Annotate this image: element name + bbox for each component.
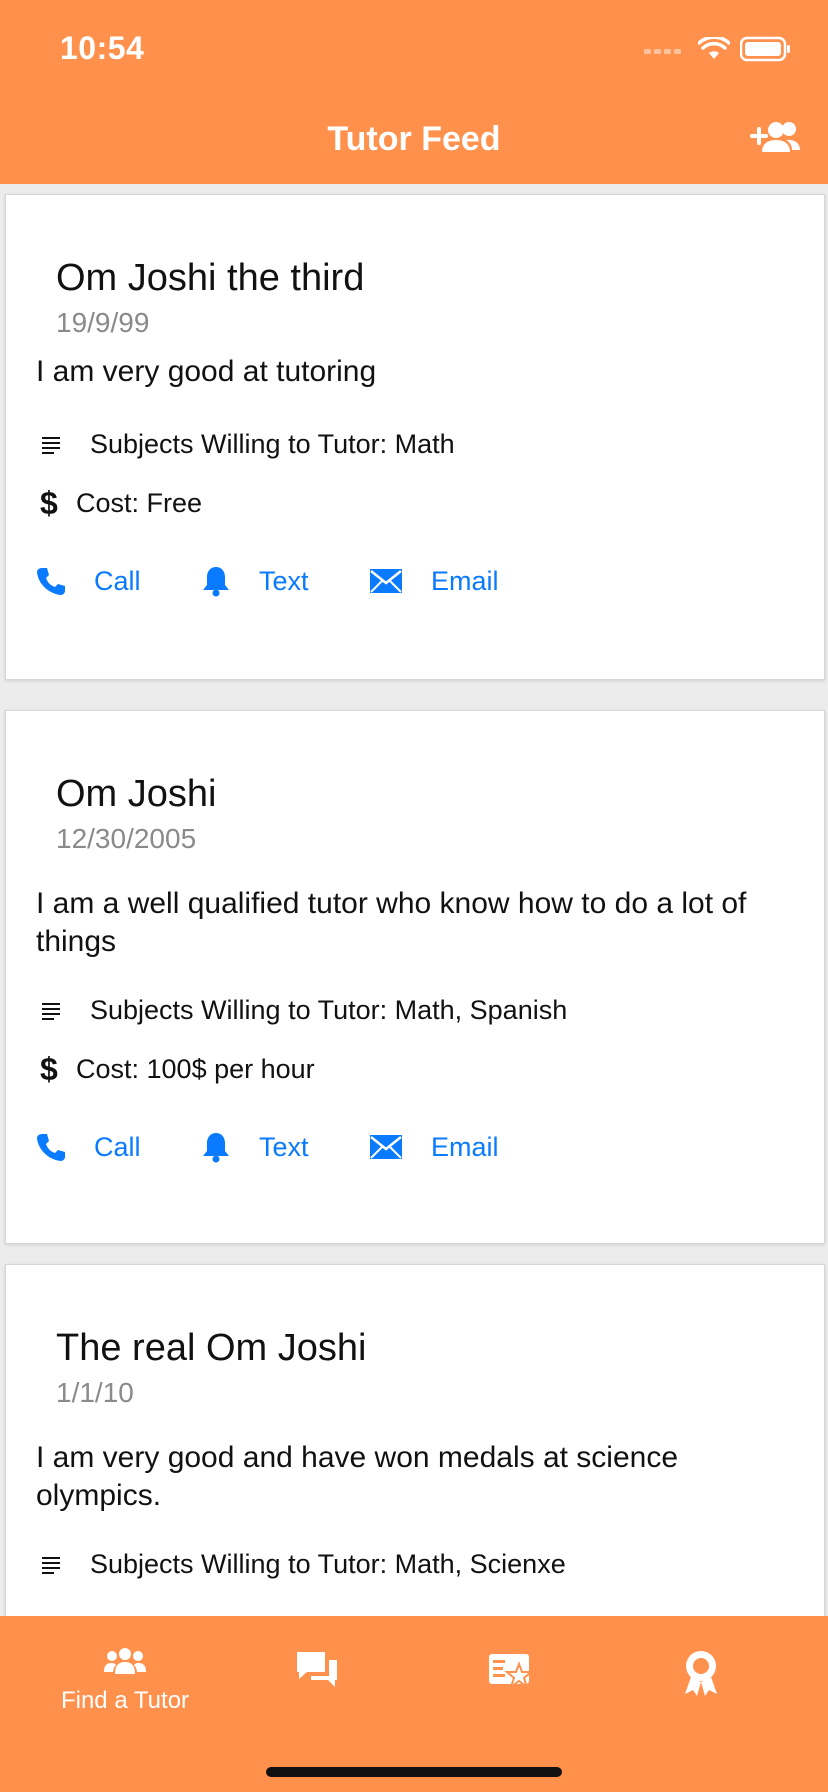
email-button[interactable]: Email xyxy=(369,566,499,597)
battery-icon xyxy=(740,36,790,62)
subjects-text: Subjects Willing to Tutor: Math xyxy=(90,429,455,459)
tab-find-a-tutor[interactable]: Find a Tutor xyxy=(50,1646,200,1715)
cost-row: $ Cost: Free xyxy=(40,485,202,522)
cost-text: Cost: 100$ per hour xyxy=(76,1054,315,1084)
text-button[interactable]: Text xyxy=(201,565,369,597)
phone-icon xyxy=(37,568,65,595)
envelope-icon xyxy=(370,1135,402,1159)
tutor-date: 1/1/10 xyxy=(56,1377,134,1408)
tutor-card: Om Joshi 12/30/2005 I am a well qualifie… xyxy=(5,710,825,1244)
tab-label: Find a Tutor xyxy=(60,1687,190,1714)
text-label: Text xyxy=(259,1131,309,1162)
call-button[interactable]: Call xyxy=(36,566,201,597)
subjects-row: Subjects Willing to Tutor: Math xyxy=(40,429,455,460)
call-label: Call xyxy=(94,1131,141,1162)
dollar-icon: $ xyxy=(40,485,58,521)
tutor-bio: I am very good and have won medals at sc… xyxy=(36,1441,679,1512)
people-icon xyxy=(104,1648,146,1674)
cost-text: Cost: Free xyxy=(76,488,203,518)
email-label: Email xyxy=(431,565,499,596)
text-label: Text xyxy=(259,565,309,596)
tutor-date: 12/30/2005 xyxy=(56,823,197,854)
tutor-card: Om Joshi the third 19/9/99 I am very goo… xyxy=(5,194,825,680)
status-time: 10:54 xyxy=(60,30,145,66)
call-button[interactable]: Call xyxy=(36,1132,201,1163)
status-icons xyxy=(644,36,792,62)
home-indicator[interactable] xyxy=(266,1767,562,1777)
bell-icon xyxy=(203,1133,229,1163)
status-bar: 10:54 xyxy=(0,0,828,96)
list-icon xyxy=(40,435,76,455)
email-button[interactable]: Email xyxy=(369,1132,499,1163)
tutor-name: The real Om Joshi xyxy=(56,1327,367,1369)
page-title: Tutor Feed xyxy=(327,120,501,158)
list-icon xyxy=(40,1555,76,1575)
subjects-text: Subjects Willing to Tutor: Math, Spanish xyxy=(90,995,568,1025)
tutor-bio: I am a well qualified tutor who know how… xyxy=(36,887,747,958)
bell-icon xyxy=(203,567,229,597)
cost-row: $ Cost: 100$ per hour xyxy=(40,1051,315,1088)
subjects-text: Subjects Willing to Tutor: Math, Scienxe xyxy=(90,1549,566,1579)
contact-actions: Call Text Email xyxy=(36,565,499,597)
tab-bar: Find a Tutor xyxy=(0,1616,828,1792)
tutor-name: Om Joshi xyxy=(56,773,217,815)
tutor-feed[interactable]: Om Joshi the third 19/9/99 I am very goo… xyxy=(0,184,828,1616)
award-icon xyxy=(685,1651,717,1696)
tab-awards[interactable] xyxy=(626,1648,776,1701)
tutor-date: 19/9/99 xyxy=(56,307,150,338)
list-icon xyxy=(40,1001,76,1021)
subjects-row: Subjects Willing to Tutor: Math, Scienxe xyxy=(40,1549,566,1580)
tutor-name: Om Joshi the third xyxy=(56,257,365,299)
dollar-icon: $ xyxy=(40,1051,58,1087)
phone-icon xyxy=(37,1134,65,1161)
wifi-icon xyxy=(698,37,730,59)
signal-icon xyxy=(644,49,681,54)
subjects-row: Subjects Willing to Tutor: Math, Spanish xyxy=(40,995,567,1026)
call-label: Call xyxy=(94,565,141,596)
add-user-icon xyxy=(750,122,800,152)
nav-bar: Tutor Feed xyxy=(0,96,828,184)
text-button[interactable]: Text xyxy=(201,1131,369,1163)
tutor-bio: I am very good at tutoring xyxy=(36,355,377,388)
envelope-icon xyxy=(370,569,402,593)
chat-icon xyxy=(297,1652,337,1687)
add-user-button[interactable] xyxy=(748,116,804,160)
tutor-card: The real Om Joshi 1/1/10 I am very good … xyxy=(5,1264,825,1616)
cards-star-icon xyxy=(489,1654,534,1690)
tab-listings[interactable] xyxy=(436,1650,586,1699)
contact-actions: Call Text Email xyxy=(36,1131,499,1163)
email-label: Email xyxy=(431,1131,499,1162)
tab-chat[interactable] xyxy=(242,1650,392,1695)
